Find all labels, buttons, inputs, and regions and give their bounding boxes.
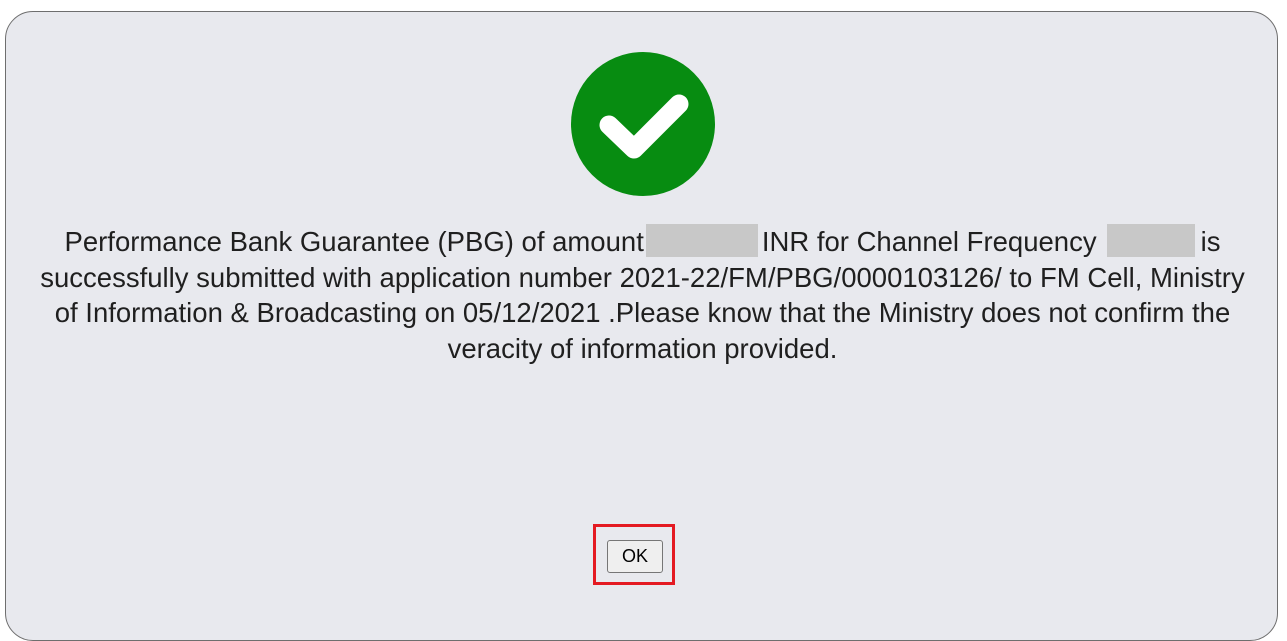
message-part-2: INR for Channel Frequency: [761, 226, 1097, 257]
confirmation-message: Performance Bank Guarantee (PBG) of amou…: [26, 224, 1259, 366]
redacted-frequency: [1106, 224, 1195, 257]
success-check-icon: [571, 52, 715, 196]
ok-button[interactable]: OK: [607, 540, 663, 573]
redacted-amount: [645, 224, 758, 257]
message-part-1: Performance Bank Guarantee (PBG) of amou…: [64, 226, 644, 257]
checkmark-glyph: [599, 94, 689, 159]
